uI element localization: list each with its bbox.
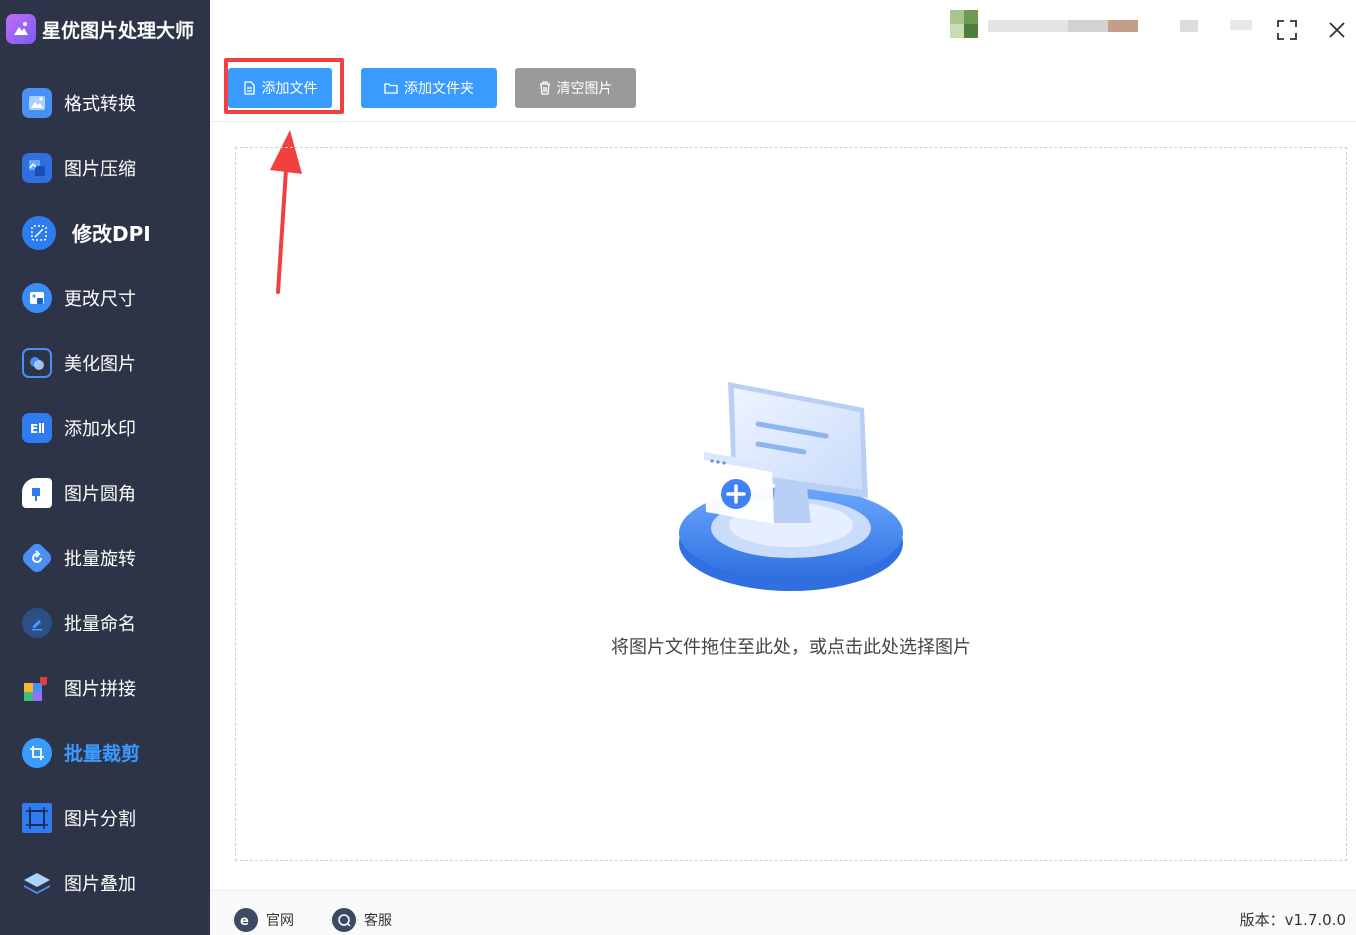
image-convert-icon xyxy=(22,87,52,118)
fullscreen-icon[interactable] xyxy=(1274,17,1300,43)
toolbar: 添加文件 添加文件夹 清空图片 xyxy=(210,58,1356,122)
sidebar-item-split[interactable]: 图片分割 xyxy=(0,785,210,850)
sidebar-item-round-corner[interactable]: 图片圆角 xyxy=(0,460,210,525)
sidebar-item-watermark[interactable]: E 添加水印 xyxy=(0,395,210,460)
image-compress-icon xyxy=(22,152,52,183)
dpi-icon xyxy=(22,215,56,250)
round-corner-icon xyxy=(22,477,52,508)
sidebar-item-dpi[interactable]: 修改DPI xyxy=(0,200,210,265)
add-folder-button[interactable]: 添加文件夹 xyxy=(361,68,497,108)
folder-icon xyxy=(384,83,398,94)
browser-icon: e xyxy=(234,908,258,932)
sidebar-item-resize[interactable]: 更改尺寸 xyxy=(0,265,210,330)
sidebar: 星优图片处理大师 格式转换 图片压缩 修改DPI 更改尺寸 美化图片 E 添加水… xyxy=(0,0,210,935)
sidebar-item-layers[interactable]: 图片叠加 xyxy=(0,850,210,915)
drop-zone[interactable]: 将图片文件拖住至此处，或点击此处选择图片 xyxy=(235,147,1347,861)
sidebar-item-rename[interactable]: 批量命名 xyxy=(0,590,210,655)
split-icon xyxy=(22,802,52,833)
chat-icon xyxy=(332,908,356,932)
brand: 星优图片处理大师 xyxy=(0,0,210,58)
sidebar-item-rotate[interactable]: 批量旋转 xyxy=(0,525,210,590)
sidebar-nav: 格式转换 图片压缩 修改DPI 更改尺寸 美化图片 E 添加水印 图片圆角 批量… xyxy=(0,70,210,915)
app-logo-icon xyxy=(6,14,36,44)
support-link[interactable]: 客服 xyxy=(332,908,392,932)
clear-images-button[interactable]: 清空图片 xyxy=(515,68,636,108)
sidebar-item-puzzle[interactable]: 图片拼接 xyxy=(0,655,210,720)
puzzle-icon xyxy=(22,673,52,703)
sidebar-item-image-compress[interactable]: 图片压缩 xyxy=(0,135,210,200)
rotate-icon xyxy=(20,540,54,575)
sidebar-item-crop[interactable]: 批量裁剪 xyxy=(0,720,210,785)
close-icon[interactable] xyxy=(1324,17,1350,43)
app-title: 星优图片处理大师 xyxy=(42,19,195,42)
user-info-blurred xyxy=(950,10,1270,46)
sidebar-item-beautify[interactable]: 美化图片 xyxy=(0,330,210,395)
footer: e 官网 客服 版本：v1.7.0.0 xyxy=(210,890,1356,935)
drop-hint: 将图片文件拖住至此处，或点击此处选择图片 xyxy=(611,637,971,658)
monitor-upload-icon xyxy=(679,382,903,591)
trash-icon xyxy=(539,81,550,95)
website-link[interactable]: e 官网 xyxy=(234,908,294,932)
layers-icon xyxy=(22,868,52,898)
rename-icon xyxy=(22,607,52,638)
sidebar-item-format-convert[interactable]: 格式转换 xyxy=(0,70,210,135)
version-label: 版本：v1.7.0.0 xyxy=(1239,911,1346,929)
title-bar xyxy=(210,0,1356,58)
beautify-icon xyxy=(22,347,52,378)
add-file-button[interactable]: 添加文件 xyxy=(228,68,332,108)
svg-text:E: E xyxy=(30,422,38,436)
svg-text:e: e xyxy=(240,914,249,927)
watermark-icon: E xyxy=(22,412,52,443)
crop-icon xyxy=(22,737,52,768)
resize-icon xyxy=(22,282,52,313)
file-icon xyxy=(243,81,255,95)
